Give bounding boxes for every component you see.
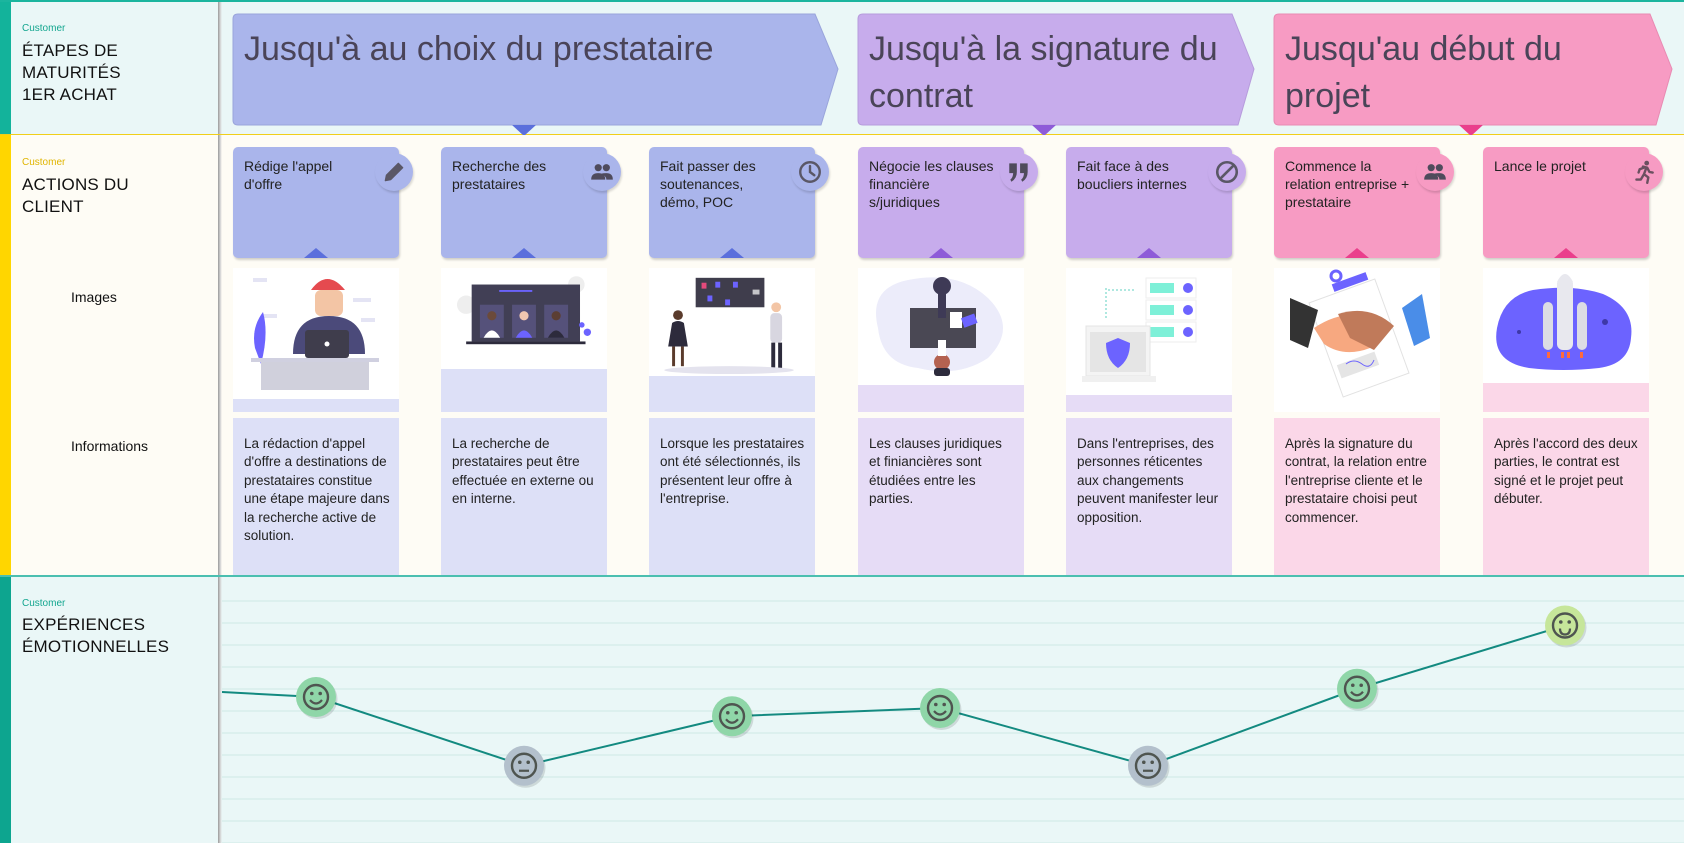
lane-kicker: Customer [22, 157, 66, 168]
lane-title: ACTIONS DU CLIENT [22, 175, 129, 216]
lane-kicker: Customer [22, 598, 66, 609]
clock-icon [799, 161, 821, 183]
action-label: Négocie les clauses financière s/juridiq… [869, 158, 994, 210]
info-text: Lorsque les prestataires ont été sélecti… [660, 436, 805, 507]
info-card: La recherche de prestataires peut être e… [441, 418, 607, 575]
action-icon-badge [375, 153, 413, 191]
quote-icon [1009, 163, 1028, 182]
image-card [649, 268, 815, 412]
presentation-board-illustration [664, 277, 794, 375]
action-label: Lance le projet [1494, 158, 1586, 174]
action-pointer [512, 248, 536, 258]
action-card[interactable]: Fait face à des boucliers internes [1066, 147, 1246, 258]
action-label: Fait face à des boucliers internes [1077, 158, 1187, 192]
handshake-contract-illustration [1290, 269, 1430, 398]
action-pointer [304, 248, 328, 258]
stage-choice-of-provider[interactable]: Jusqu'à au choix du prestataire [232, 13, 839, 136]
lane-header: Customer ACTIONS DU CLIENT Images Inform… [11, 135, 218, 575]
emotion-point-happy[interactable] [920, 688, 962, 730]
action-card[interactable]: Recherche des prestataires [441, 147, 621, 258]
lane-header: Customer EXPÉRIENCES ÉMOTIONNELLES [11, 577, 218, 843]
info-text: Les clauses juridiques et finiancières s… [869, 436, 1002, 507]
action-card[interactable]: Fait passer des soutenances, démo, POC [649, 147, 829, 258]
action-card[interactable]: Commence la relation entreprise + presta… [1274, 147, 1454, 258]
image-card [441, 268, 607, 412]
sub-lane-label-images: Images [71, 289, 117, 305]
stage-label: Jusqu'à au choix du prestataire [244, 30, 714, 68]
block-icon [1215, 160, 1239, 184]
action-pointer [720, 248, 744, 258]
action-icon-badge [1000, 153, 1038, 191]
info-card: Après la signature du contrat, la relati… [1274, 418, 1440, 575]
image-card [1066, 268, 1232, 412]
info-card: La rédaction d'appel d'offre a destinati… [233, 418, 399, 575]
emotion-point-neutral[interactable] [1128, 745, 1170, 788]
image-card [858, 268, 1024, 412]
lane-color-bar [0, 577, 11, 843]
negotiation-table-illustration [876, 277, 1003, 376]
people-icon [591, 164, 613, 180]
emotion-point-neutral[interactable] [504, 745, 546, 788]
action-label: Fait passer des soutenances, démo, POC [660, 158, 756, 210]
action-pointer [1554, 248, 1578, 258]
sub-lane-label-informations: Informations [71, 438, 149, 454]
lane-maturity-stages: Customer ÉTAPES DE MATURITÉS 1ER ACHAT J… [0, 0, 1684, 136]
action-pointer [1137, 248, 1161, 258]
action-label: Rédige l'appel d'offre [244, 158, 333, 192]
action-pointer [1345, 248, 1369, 258]
action-card[interactable]: Négocie les clauses financière s/juridiq… [858, 147, 1038, 258]
emotion-point-happy[interactable] [296, 677, 338, 719]
lane-divider [218, 2, 222, 134]
emotion-point-happy[interactable] [1337, 668, 1379, 711]
image-card [1483, 268, 1649, 412]
lane-title: EXPÉRIENCES ÉMOTIONNELLES [22, 615, 170, 656]
lane-title: ÉTAPES DE MATURITÉS 1ER ACHAT [22, 41, 121, 104]
image-card [1274, 268, 1440, 412]
action-card[interactable]: Lance le projet [1483, 147, 1663, 258]
action-icon-badge [583, 153, 621, 191]
stage-label: Jusqu'à la signature du contrat [869, 30, 1218, 115]
pencil-icon [384, 162, 404, 182]
info-text: Après l'accord des deux parties, le cont… [1494, 436, 1638, 507]
emotion-chart [221, 577, 1684, 843]
lane-kicker: Customer [22, 23, 66, 34]
lane-color-bar [0, 135, 11, 575]
action-pointer [929, 248, 953, 258]
action-icon-badge [1208, 153, 1246, 191]
action-label: Recherche des prestataires [452, 158, 547, 192]
stage-project-start[interactable]: Jusqu'au début du projet [1273, 13, 1673, 136]
lane-client-actions: Customer ACTIONS DU CLIENT Images Inform… [0, 135, 1684, 575]
video-call-candidates-illustration [456, 276, 592, 345]
action-icon-badge [791, 153, 829, 191]
action-icon-badge [1416, 153, 1454, 191]
person-at-laptop-illustration [251, 278, 379, 390]
image-card [233, 268, 399, 412]
info-card: Les clauses juridiques et finiancières s… [858, 418, 1024, 575]
lane-emotional-experiences: Customer EXPÉRIENCES ÉMOTIONNELLES [0, 575, 1684, 843]
stage-contract-signature[interactable]: Jusqu'à la signature du contrat [857, 13, 1255, 136]
security-shield-illustration [1082, 277, 1197, 382]
info-text: La rédaction d'appel d'offre a destinati… [244, 436, 390, 544]
running-person-icon [1635, 160, 1654, 185]
action-card[interactable]: Rédige l'appel d'offre [233, 147, 413, 258]
stage-label: Jusqu'au début du projet [1285, 30, 1562, 115]
info-card: Lorsque les prestataires ont été sélecti… [649, 418, 815, 575]
info-card: Après l'accord des deux parties, le cont… [1483, 418, 1649, 575]
emotion-point-very-happy[interactable] [1545, 605, 1587, 648]
action-label: Commence la relation entreprise + presta… [1285, 158, 1410, 210]
emotion-chart-svg [221, 600, 1684, 843]
info-text: Dans l'entreprises, des personnes rétice… [1077, 436, 1219, 525]
lane-header: Customer ÉTAPES DE MATURITÉS 1ER ACHAT [11, 2, 218, 134]
info-card: Dans l'entreprises, des personnes rétice… [1066, 418, 1232, 575]
people-icon [1424, 164, 1446, 180]
lane-divider [218, 135, 222, 575]
info-text: La recherche de prestataires peut être e… [452, 436, 594, 507]
info-text: Après la signature du contrat, la relati… [1285, 436, 1427, 525]
emotion-point-happy[interactable] [712, 696, 754, 739]
lane-color-bar [0, 2, 11, 134]
action-icon-badge [1625, 153, 1663, 191]
rocket-launch-illustration [1496, 274, 1632, 370]
